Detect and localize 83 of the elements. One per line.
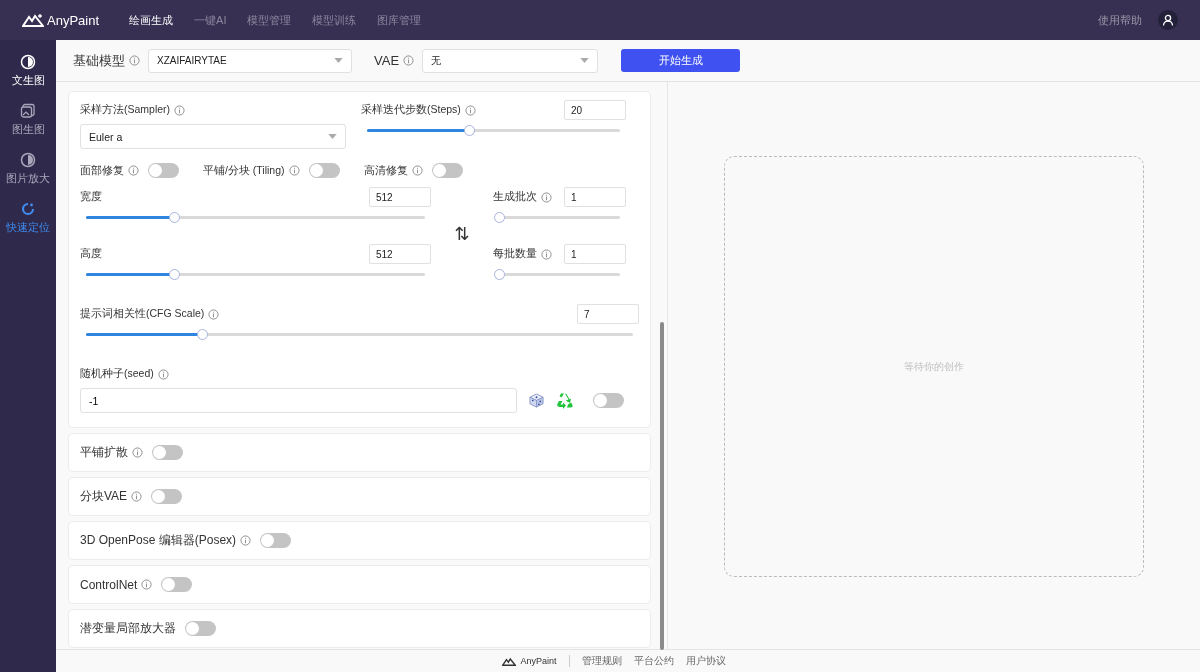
info-icon: [541, 191, 552, 203]
field-label: 基础模型: [73, 51, 125, 70]
field-label: 面部修复: [80, 163, 124, 178]
panel-title: ControlNet: [80, 577, 138, 592]
swap-dimensions-button[interactable]: ⇅: [431, 223, 493, 244]
contrast-icon: [20, 54, 36, 70]
toggle-switch[interactable]: [260, 533, 292, 548]
info-icon: [141, 579, 153, 590]
info-icon: [403, 55, 415, 66]
field-label: 宽度: [80, 190, 102, 204]
field-label: 高清修复: [363, 163, 408, 178]
field-label: 提示词相关性(CFG Scale): [80, 307, 205, 321]
nav-menu-item[interactable]: 模型管理: [247, 12, 292, 28]
toggle-switch[interactable]: [593, 393, 624, 408]
nav-menu-item[interactable]: 模型训练: [312, 12, 357, 28]
nav-menu-item[interactable]: 一键AI: [194, 12, 227, 28]
scrollbar[interactable]: [660, 322, 664, 650]
info-icon: [541, 248, 552, 260]
footer-link[interactable]: 管理规则: [581, 654, 622, 668]
help-link[interactable]: 使用帮助: [1098, 12, 1142, 28]
info-icon: [131, 491, 143, 502]
field-label: 高度: [80, 247, 102, 261]
toggle-switch[interactable]: [148, 163, 179, 178]
footer-logo-text: AnyPaint: [520, 656, 557, 666]
height-input[interactable]: 512: [369, 244, 431, 264]
sidebar-item[interactable]: 图片放大: [6, 152, 50, 186]
dice-icon[interactable]: [529, 393, 544, 408]
vae-select[interactable]: 无: [422, 48, 599, 73]
app-logo-text: AnyPaint: [47, 12, 100, 28]
field-label: 每批数量: [493, 247, 537, 261]
batch-size-input[interactable]: 1: [564, 244, 626, 264]
caret-icon: [334, 58, 343, 63]
info-icon: [240, 535, 252, 546]
info-icon: [128, 165, 139, 176]
info-icon: [208, 308, 220, 320]
panel-title: 分块VAE: [80, 488, 128, 505]
seed-input[interactable]: -1: [80, 388, 517, 413]
toggle-switch[interactable]: [431, 163, 463, 178]
steps-input[interactable]: 20: [564, 100, 626, 120]
nav-menu-item[interactable]: 图库管理: [377, 12, 422, 28]
image-icon: [20, 103, 36, 119]
sidebar-item[interactable]: 图生图: [11, 103, 45, 137]
panel-title: 潜变量局部放大器: [80, 620, 176, 637]
footer-link[interactable]: 平台公约: [633, 654, 674, 668]
info-icon: [174, 104, 186, 116]
info-icon: [288, 165, 300, 176]
field-label: 采样方法(Sampler): [80, 103, 171, 117]
info-icon: [129, 55, 140, 66]
refresh-icon: [20, 201, 36, 217]
panel-title: 3D OpenPose 编辑器(Posex): [80, 532, 237, 549]
sidebar-item[interactable]: 快速定位: [6, 201, 50, 235]
nav-menu-item[interactable]: 绘画生成: [129, 12, 174, 28]
sampler-select[interactable]: Euler a: [80, 124, 346, 149]
info-icon: [157, 368, 169, 380]
width-input[interactable]: 512: [369, 187, 431, 207]
mountain-logo-icon: [22, 13, 44, 27]
toggle-switch[interactable]: [152, 445, 183, 460]
cfg-scale-input[interactable]: 7: [577, 304, 639, 324]
contrast-icon: [20, 152, 36, 168]
batch-count-input[interactable]: 1: [564, 187, 626, 207]
info-icon: [132, 447, 143, 458]
generate-button[interactable]: 开始生成: [621, 49, 741, 72]
panel-title: 平铺扩散: [80, 444, 128, 461]
toggle-switch[interactable]: [308, 163, 340, 178]
field-label: 采样迭代步数(Steps): [361, 103, 461, 117]
toggle-switch[interactable]: [151, 489, 183, 504]
field-label: 随机种子(seed): [80, 367, 154, 381]
info-icon: [411, 165, 423, 176]
toggle-switch[interactable]: [161, 577, 193, 592]
user-icon: [1162, 14, 1174, 26]
field-label: 平铺/分块 (Tiling): [203, 163, 285, 178]
field-label: 生成批次: [493, 190, 537, 204]
user-avatar-button[interactable]: [1158, 10, 1178, 30]
field-label: VAE: [374, 53, 400, 68]
sidebar-item[interactable]: 文生图: [11, 54, 45, 88]
info-icon: [464, 104, 476, 116]
recycle-icon[interactable]: [556, 391, 574, 410]
caret-icon: [580, 58, 590, 63]
footer-link[interactable]: 用户协议: [685, 654, 726, 668]
model-select[interactable]: XZAIFAIRYTAE: [148, 48, 352, 73]
caret-icon: [328, 134, 337, 139]
mountain-logo-icon: [502, 656, 517, 666]
toggle-switch[interactable]: [185, 621, 216, 636]
